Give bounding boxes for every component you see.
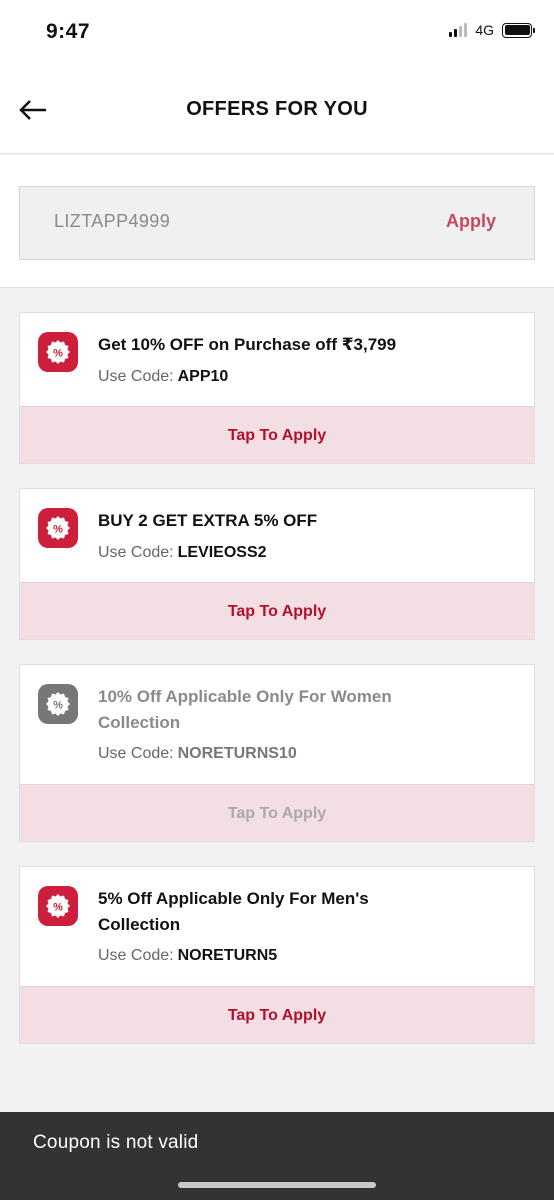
tap-to-apply-button[interactable]: Tap To Apply [20, 406, 534, 463]
tap-to-apply-button[interactable]: Tap To Apply [20, 582, 534, 639]
offer-code-row: Use Code: LEVIEOSS2 [98, 544, 267, 562]
offer-code-row: Use Code: NORETURN5 [98, 947, 277, 965]
status-bar: 9:47 4G [0, 0, 554, 66]
tap-to-apply-button[interactable]: Tap To Apply [20, 784, 534, 841]
offer-code-row: Use Code: APP10 [98, 368, 228, 386]
svg-text:%: % [53, 524, 63, 536]
offer-title: BUY 2 GET EXTRA 5% OFF [98, 511, 318, 530]
offer-card: % Get 10% OFF on Purchase off ₹3,799 Use… [19, 312, 535, 464]
code-label: Use Code: [98, 745, 174, 762]
offer-code: NORETURNS10 [177, 745, 297, 762]
offer-code: LEVIEOSS2 [177, 544, 267, 561]
header: OFFERS FOR YOU [0, 66, 554, 154]
tap-to-apply-button[interactable]: Tap To Apply [20, 986, 534, 1043]
code-label: Use Code: [98, 947, 174, 964]
offer-card: % 5% Off Applicable Only For Men's Colle… [19, 866, 535, 1044]
svg-text:%: % [53, 902, 63, 914]
offer-card: % BUY 2 GET EXTRA 5% OFF Use Code: LEVIEO… [19, 488, 535, 640]
offer-card: % 10% Off Applicable Only For Women Coll… [19, 664, 535, 842]
offer-title: 5% Off Applicable Only For Men's Collect… [98, 889, 369, 934]
offer-title: Get 10% OFF on Purchase off ₹3,799 [98, 335, 397, 354]
battery-icon [502, 22, 535, 38]
code-label: Use Code: [98, 544, 174, 561]
home-indicator[interactable] [178, 1182, 376, 1188]
offer-code: APP10 [177, 368, 229, 385]
discount-badge-icon: % [38, 508, 78, 548]
svg-text:%: % [53, 348, 63, 360]
discount-badge-icon: % [38, 684, 78, 724]
toast-text: Coupon is not valid [33, 1132, 199, 1153]
offer-code: NORETURN5 [177, 947, 278, 964]
svg-text:%: % [53, 700, 63, 712]
page-title: OFFERS FOR YOU [186, 98, 368, 120]
network-type: 4G [475, 22, 494, 38]
apply-button[interactable]: Apply [446, 211, 496, 232]
status-time: 9:47 [46, 20, 91, 43]
status-indicators: 4G [449, 22, 535, 38]
coupon-input[interactable] [54, 211, 354, 232]
cellular-signal-icon [449, 23, 468, 37]
code-label: Use Code: [98, 368, 174, 385]
coupon-input-box: Apply [19, 186, 535, 260]
discount-badge-icon: % [38, 332, 78, 372]
offer-title: 10% Off Applicable Only For Women Collec… [98, 687, 392, 732]
coupon-section: Apply [0, 155, 554, 288]
discount-badge-icon: % [38, 886, 78, 926]
offer-code-row: Use Code: NORETURNS10 [98, 745, 297, 763]
